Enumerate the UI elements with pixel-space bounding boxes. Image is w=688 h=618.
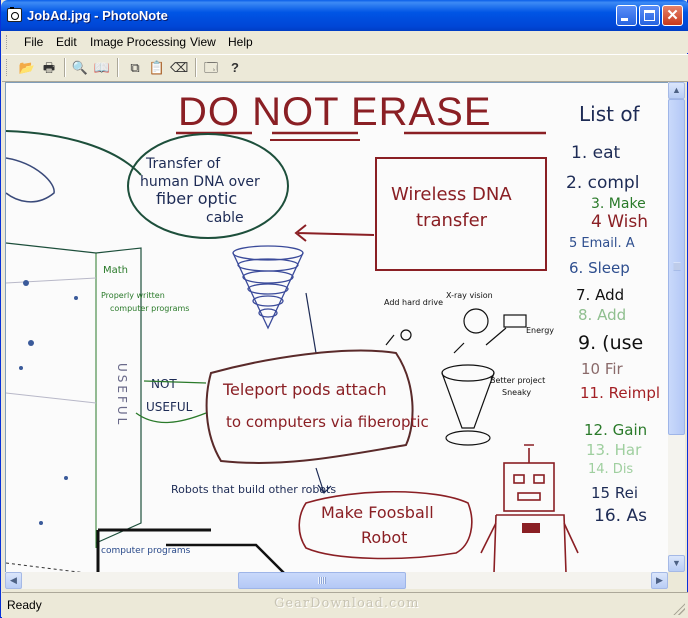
dna-line: Transfer of	[145, 156, 221, 172]
image-viewport[interactable]: DO NOT ERASE List of 1. eat 2. compl 3. …	[5, 82, 670, 574]
properties-icon[interactable]: 🗔	[202, 59, 220, 76]
toolbar-separator	[117, 58, 119, 77]
list-item: 7. Add	[576, 286, 624, 304]
scrollbar-corner	[668, 572, 685, 589]
teleport-text: Teleport pods attach	[222, 380, 387, 399]
teleport-text: to computers via fiberoptic	[226, 413, 429, 431]
list-item: 5 Email. A	[569, 236, 635, 251]
not-useful: USEFUL	[146, 400, 193, 414]
whiteboard-image: DO NOT ERASE List of 1. eat 2. compl 3. …	[6, 83, 669, 573]
grip-icon	[318, 576, 326, 584]
wireless-text: Wireless DNA	[391, 184, 512, 205]
scroll-down-icon[interactable]: ▼	[668, 555, 685, 572]
scroll-right-icon[interactable]: ▶	[651, 572, 668, 589]
list-item: 14. Dis	[588, 462, 633, 477]
sketch-note: Add hard drive	[384, 298, 443, 307]
list-item: 15 Rei	[591, 484, 638, 502]
grip-icon	[673, 262, 680, 271]
scroll-left-icon[interactable]: ◀	[5, 572, 22, 589]
eraser-icon[interactable]: ⌫	[170, 59, 188, 76]
paste-icon[interactable]: 📋	[148, 59, 166, 76]
programs-note: computer programs	[110, 304, 189, 313]
minimize-button[interactable]	[616, 5, 637, 26]
list-item: 16. As	[594, 506, 647, 526]
menu-bar: File Edit Image Processing View Help	[2, 31, 688, 53]
copy-icon[interactable]: ⧉	[126, 59, 144, 76]
vertical-scroll-thumb[interactable]	[668, 99, 685, 435]
toolbar-separator	[64, 58, 66, 77]
print-icon[interactable]: 🖶	[40, 59, 58, 76]
header-text: DO NOT ERASE	[178, 90, 492, 134]
horizontal-scrollbar[interactable]: ◀ ▶	[5, 572, 668, 589]
programs-note: Properly written	[101, 291, 165, 300]
math-note: Math	[103, 265, 128, 276]
foosball-text: Robot	[361, 528, 407, 547]
app-window: JobAd.jpg - PhotoNote ✕ File Edit Image …	[0, 0, 688, 618]
window-title: JobAd.jpg - PhotoNote	[27, 8, 168, 23]
list-item: 8. Add	[578, 306, 626, 324]
watermark-text: GearDownload.com	[274, 596, 420, 611]
sketch-note: Better project	[490, 376, 545, 385]
menu-grip[interactable]	[6, 35, 10, 49]
resize-grip-icon[interactable]	[673, 603, 685, 615]
useful-vertical: USEFUL	[115, 363, 129, 427]
open-folder-icon[interactable]: 📂	[18, 59, 36, 76]
maximize-icon	[644, 10, 655, 21]
sketch-note: X-ray vision	[446, 291, 493, 300]
minimize-icon	[621, 18, 628, 21]
menu-image-processing[interactable]: Image Processing	[90, 35, 186, 49]
list-item: 11. Reimpl	[580, 384, 660, 402]
book-icon[interactable]: 📖	[93, 59, 111, 76]
close-icon: ✕	[666, 7, 679, 24]
camera-icon[interactable]	[7, 7, 22, 22]
list-item: 6. Sleep	[569, 259, 630, 277]
menu-help[interactable]: Help	[228, 35, 253, 49]
vertical-scrollbar[interactable]: ▲ ▼	[668, 82, 685, 572]
computer-programs-note: computer programs	[101, 546, 191, 556]
list-item: 4 Wish	[591, 212, 648, 232]
help-icon[interactable]: ?	[226, 59, 244, 76]
menu-view[interactable]: View	[190, 35, 216, 49]
horizontal-scroll-thumb[interactable]	[238, 572, 406, 589]
status-text: Ready	[7, 598, 42, 612]
maximize-button[interactable]	[639, 5, 660, 26]
title-bar[interactable]: JobAd.jpg - PhotoNote ✕	[1, 0, 688, 31]
foosball-text: Make Foosball	[321, 503, 434, 522]
not-useful: NOT	[151, 377, 177, 391]
toolbar: 📂 🖶 🔍 📖 ⧉ 📋 ⌫ 🗔 ?	[2, 54, 688, 82]
menu-edit[interactable]: Edit	[56, 35, 77, 49]
sketch-note: Sneaky	[502, 388, 531, 397]
toolbar-separator	[195, 58, 197, 77]
toolbar-grip[interactable]	[6, 59, 10, 76]
wireless-text: transfer	[416, 210, 488, 231]
dna-line: cable	[206, 210, 244, 226]
whiteboard-background	[6, 83, 669, 573]
menu-file[interactable]: File	[24, 35, 43, 49]
status-bar: Ready GearDownload.com	[2, 592, 688, 618]
list-item: 2. compl	[566, 173, 639, 193]
list-item: 10 Fir	[581, 360, 624, 378]
robot-badge	[522, 523, 540, 533]
list-item: 13. Har	[586, 441, 642, 459]
dna-line: fiber optic	[156, 189, 237, 208]
robots-label: Robots that build other robots	[171, 483, 336, 496]
list-title: List of	[579, 102, 641, 126]
list-item: 3. Make	[591, 196, 646, 212]
list-item: 12. Gain	[584, 421, 647, 439]
list-item: 9. (use	[578, 332, 643, 354]
sketch-note: Energy	[526, 326, 554, 335]
scroll-up-icon[interactable]: ▲	[668, 82, 685, 99]
print-preview-icon[interactable]: 🔍	[71, 59, 89, 76]
list-item: 1. eat	[571, 143, 621, 163]
close-button[interactable]: ✕	[662, 5, 683, 26]
dna-line: human DNA over	[140, 174, 260, 190]
